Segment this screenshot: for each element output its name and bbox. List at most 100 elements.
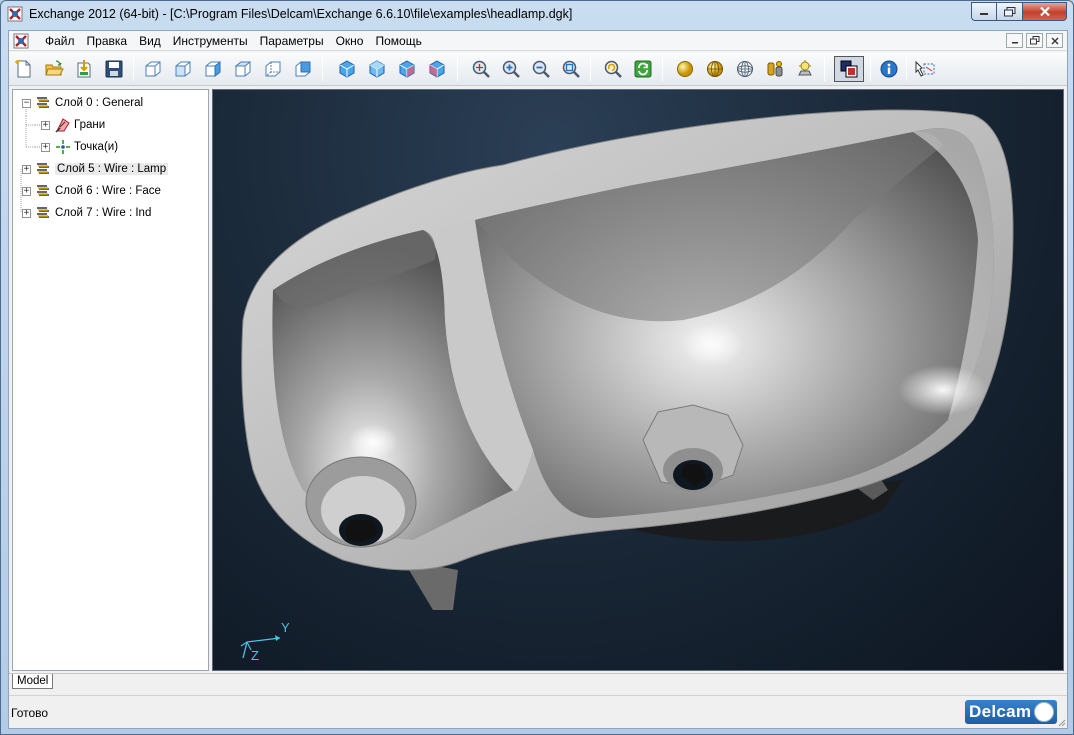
headlamp-model [241,109,1014,610]
layer-icon [37,185,49,196]
iso-view-2-button[interactable] [365,57,389,81]
minimize-icon [1011,41,1018,43]
wireframe-sphere-icon [737,61,753,77]
axis-z-label: Z [251,648,259,663]
view-side-button[interactable] [201,57,225,81]
toolbar-separator [590,57,591,81]
display-toggle-button[interactable] [834,56,864,82]
view-front-icon [175,61,191,77]
zoom-out-button[interactable] [529,57,553,81]
view-top-button[interactable] [231,57,255,81]
view-bottom-icon [295,61,311,77]
expand-toggle[interactable]: + [22,186,31,196]
menu-window[interactable]: Окно [330,34,370,48]
shaded-sphere-icon [677,61,693,77]
axis-y-label: Y [281,620,290,635]
menu-view[interactable]: Вид [133,34,167,48]
tree-item-faces[interactable]: + Грани [41,116,105,134]
menu-options[interactable]: Параметры [254,34,330,48]
iso-view-2-icon [369,60,385,78]
open-button[interactable] [42,57,66,81]
undo-view-button[interactable] [601,57,625,81]
import-button[interactable] [72,57,96,81]
mdi-minimize-button[interactable] [1006,33,1023,48]
maximize-button[interactable] [997,2,1023,21]
tree-item-label: Слой 6 : Wire : Face [55,185,161,197]
shaded-wire-sphere-icon [707,61,723,77]
view-bottom-button[interactable] [291,57,315,81]
zoom-window-button[interactable] [559,57,583,81]
shaded-button[interactable] [673,57,697,81]
new-button[interactable] [12,57,36,81]
status-text: Готово [11,706,49,720]
close-button[interactable] [1023,2,1067,21]
faces-icon [55,118,70,133]
toolbar-separator [824,57,825,81]
expand-toggle[interactable]: + [22,208,31,218]
refresh-button[interactable] [631,57,655,81]
select-button[interactable] [913,57,937,81]
lights-button[interactable] [793,57,817,81]
tree-item-label: Слой 0 : General [55,97,144,109]
iso-view-1-button[interactable] [335,57,359,81]
tree-item-label: Грани [74,119,106,131]
resize-grip-icon[interactable] [1056,717,1066,727]
iso-view-1-icon [339,60,355,78]
shaded-wire-button[interactable] [703,57,727,81]
close-icon [1039,6,1050,17]
zoom-fit-button[interactable] [469,57,493,81]
brand-text: Delcam [969,702,1032,721]
expand-toggle[interactable]: + [41,142,50,152]
mdi-restore-button[interactable] [1026,33,1043,48]
app-icon [7,6,23,22]
tree-item-layer-0[interactable]: − Слой 0 : General [22,94,143,112]
3d-viewport[interactable]: Y Z [212,89,1064,671]
mdi-close-button[interactable] [1046,33,1063,48]
zoom-window-icon [562,60,580,78]
menu-help[interactable]: Помощь [369,34,427,48]
zoom-in-button[interactable] [499,57,523,81]
document-tabs: Model [9,673,1067,693]
wireframe-button[interactable] [733,57,757,81]
iso-view-3-button[interactable] [395,57,419,81]
toolbar-separator [457,57,458,81]
tree-item-layer-6[interactable]: + Слой 6 : Wire : Face [22,182,161,200]
iso-view-4-icon [429,60,445,78]
import-icon [77,60,91,78]
tree-item-layer-7[interactable]: + Слой 7 : Wire : Ind [22,204,151,222]
tree-item-label: Слой 5 : Wire : Lamp [55,163,169,175]
document-icon[interactable] [13,33,29,49]
save-button[interactable] [102,57,126,81]
minimize-button[interactable] [971,2,997,21]
points-icon [56,140,70,154]
save-icon [105,60,123,78]
toolbar-separator [662,57,663,81]
client-area: Файл Правка Вид Инструменты Параметры Ок… [8,30,1068,729]
tab-model[interactable]: Model [12,674,54,689]
expand-toggle[interactable]: + [41,120,50,130]
materials-button[interactable] [763,57,787,81]
iso-view-4-button[interactable] [425,57,449,81]
info-button[interactable] [877,57,901,81]
tree-item-label: Точка(и) [74,141,119,153]
view-back-button[interactable] [261,57,285,81]
title-bar[interactable]: Exchange 2012 (64-bit) - [C:\Program Fil… [1,1,1073,29]
restore-icon [1003,6,1015,16]
menu-edit[interactable]: Правка [81,34,134,48]
restore-icon [1029,36,1039,45]
app-window: Exchange 2012 (64-bit) - [C:\Program Fil… [0,0,1074,735]
view-front-button[interactable] [171,57,195,81]
menu-file[interactable]: Файл [39,34,81,48]
view-iso-button[interactable] [141,57,165,81]
status-bar: Готово Delcam [9,695,1067,728]
view-back-icon [265,61,281,77]
tree-item-points[interactable]: + Точка(и) [41,138,118,156]
zoom-in-icon [502,60,520,78]
menu-tools[interactable]: Инструменты [167,34,254,48]
tree-item-layer-5[interactable]: + Слой 5 : Wire : Lamp [22,160,169,178]
view-iso-icon [145,61,161,77]
expand-toggle[interactable]: + [22,164,31,174]
collapse-toggle[interactable]: − [22,98,31,108]
iso-view-3-icon [399,60,415,78]
new-icon [15,59,31,78]
